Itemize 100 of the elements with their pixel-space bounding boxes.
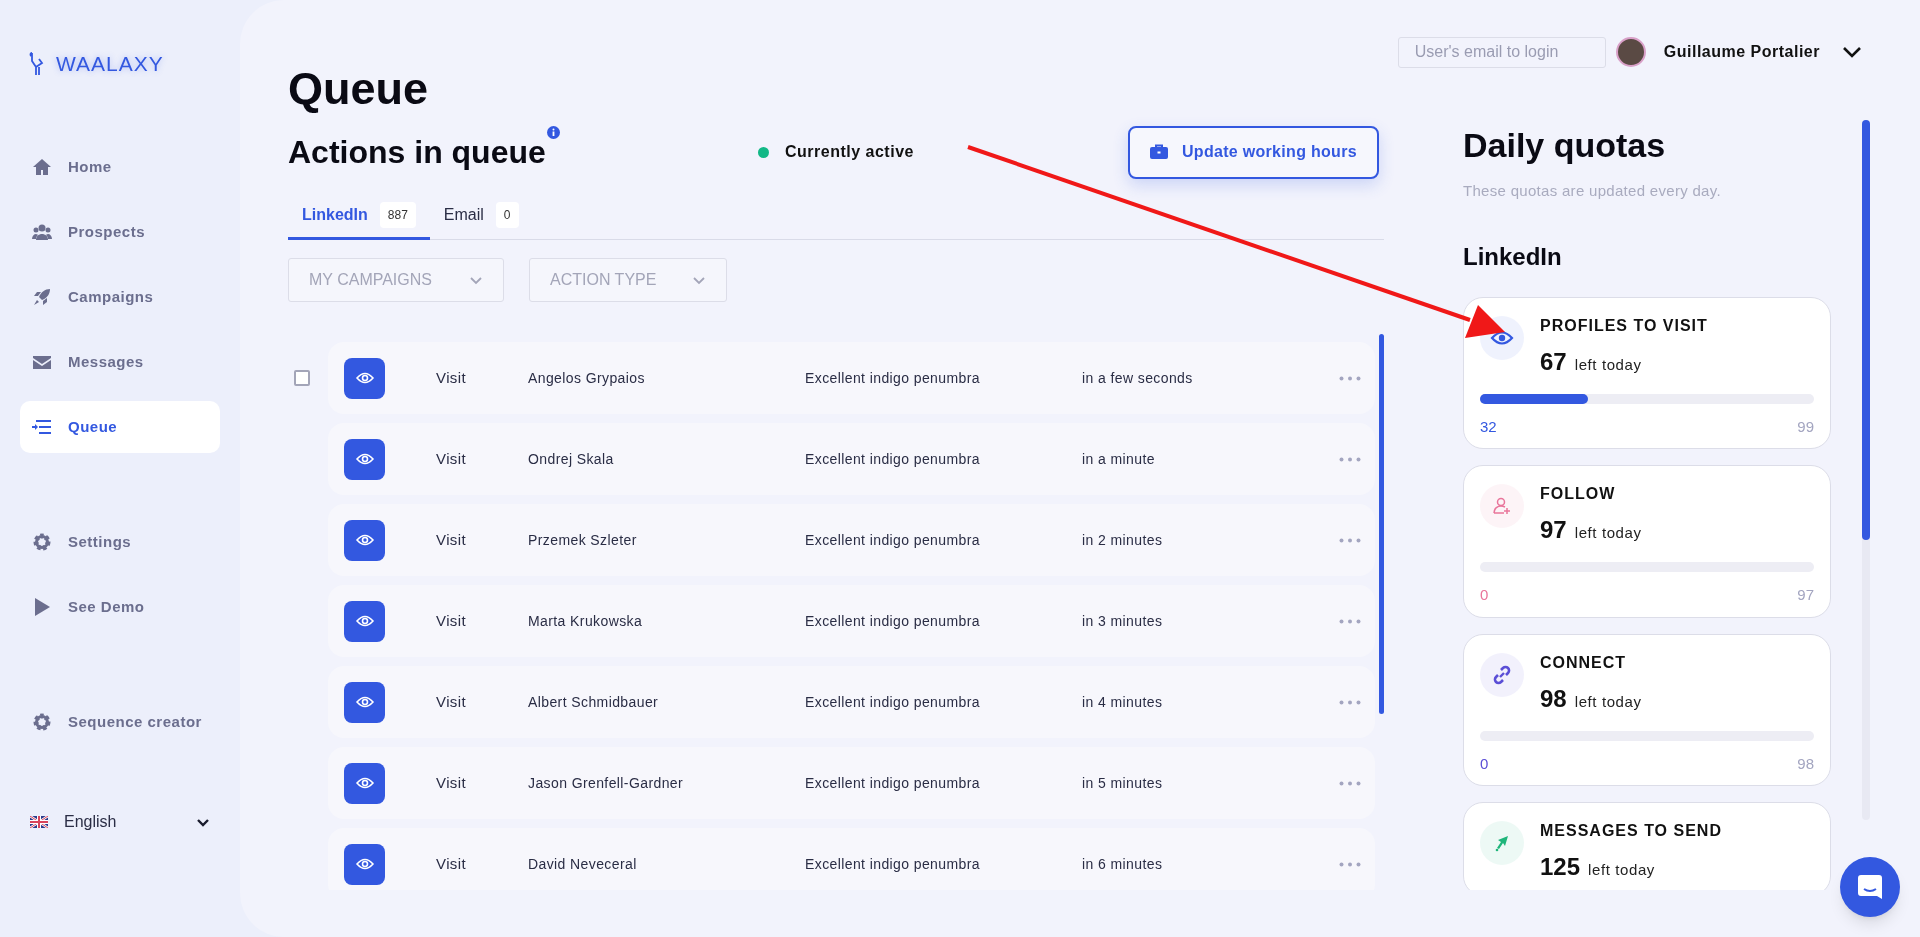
campaign-name: Excellent indigo penumbra [805,854,981,874]
user-plus-icon [1480,484,1524,528]
more-options-icon[interactable] [1339,699,1361,705]
contact-name: Angelos Grypaios [528,368,646,388]
quota-caption: left today [1574,523,1642,543]
language-selector[interactable]: English [20,802,220,842]
scheduled-time: in 5 minutes [1082,773,1164,793]
section-heading: LinkedIn [1463,241,1563,272]
play-icon [32,597,52,617]
quota-used: 0 [1480,585,1489,605]
checkbox[interactable] [294,370,310,386]
quota-used: 0 [1480,753,1489,774]
quota-title: PROFILES TO VISIT [1540,315,1708,336]
more-options-icon[interactable] [1339,780,1361,786]
rocket-icon [32,287,52,307]
scrollbar[interactable] [1379,334,1384,714]
tab-count: 887 [379,201,416,228]
campaign-name: Excellent indigo penumbra [805,692,981,712]
brand-name: WAALAXY [56,51,164,78]
campaign-name: Excellent indigo penumbra [805,773,981,793]
nav-item[interactable]: See Demo [20,581,220,633]
queue-row[interactable]: Visit Przemek Szleter Excellent indigo penumbra in 2 minutes [328,504,1375,576]
contact-name: Przemek Szleter [528,530,638,550]
eye-icon [344,519,385,561]
more-options-icon[interactable] [1339,618,1361,624]
tab-count: 0 [495,201,519,228]
action-label: Visit [436,367,468,388]
nav-item[interactable]: Settings [20,516,220,568]
scheduled-time: in 3 minutes [1082,611,1164,631]
scheduled-time: in a few seconds [1082,368,1194,388]
more-options-icon[interactable] [1339,456,1361,462]
scheduled-time: in 6 minutes [1082,854,1164,874]
chevron-down-icon [469,275,483,285]
quota-used: 32 [1480,416,1497,437]
chevron-down-icon [692,275,706,285]
users-icon [32,222,52,242]
status-label: Currently active [785,142,914,162]
action-label: Visit [436,610,468,631]
email-field[interactable]: User's email to login [1397,36,1606,68]
queue-row[interactable]: Visit Albert Schmidbauer Excellent indigo penumbra in 4 minutes [328,666,1375,738]
contact-name: Marta Krukowska [528,611,644,631]
link-icon [1480,652,1524,697]
queue-icon [32,417,52,437]
nav-item[interactable]: Messages [20,336,220,388]
action-label: Visit [436,691,468,712]
tab[interactable]: LinkedIn 887 [288,192,430,240]
page-title: Queue [288,64,430,114]
quotas-title: Daily quotas [1463,125,1667,166]
queue-row[interactable]: Visit David Neveceral Excellent indigo penumbra in 6 minutes [328,828,1375,890]
scheduled-time: in a minute [1082,449,1156,469]
nav-item[interactable]: Prospects [20,206,220,258]
queue-row[interactable]: Visit Jason Grenfell-Gardner Excellent indigo penumbra in 5 minutes [328,747,1375,819]
eye-icon [344,843,385,885]
chevron-down-icon [196,817,210,827]
contact-name: David Neveceral [528,854,638,874]
queue-row[interactable]: Visit Angelos Grypaios Excellent indigo penumbra in a few seconds [328,342,1375,414]
briefcase-icon [1150,144,1168,160]
quota-count: 97 [1540,515,1567,545]
contact-name: Albert Schmidbauer [528,692,660,712]
campaign-name: Excellent indigo penumbra [805,449,981,469]
queue-row[interactable]: Visit Marta Krukowska Excellent indigo penumbra in 3 minutes [328,585,1375,657]
quota-title: CONNECT [1540,652,1628,673]
flag-icon [30,816,48,828]
more-options-icon[interactable] [1339,537,1361,543]
gear-icon [32,712,52,732]
queue-row[interactable]: Visit Ondrej Skala Excellent indigo penumbra in a minute [328,423,1375,495]
eye-icon [344,681,385,723]
quota-limit: 97 [1797,585,1814,605]
quota-caption: left today [1574,354,1642,375]
nav-item[interactable]: Home [20,141,220,193]
quota-caption: left today [1574,691,1642,712]
eye-icon [344,357,385,399]
more-options-icon[interactable] [1339,861,1361,867]
nav-item[interactable]: Campaigns [20,271,220,323]
quota-limit: 99 [1797,416,1814,437]
quota-count: 98 [1540,683,1567,714]
user-name[interactable]: Guillaume Portalier [1663,40,1820,64]
eye-icon [344,762,385,804]
nav-item[interactable]: Sequence creator [20,696,220,748]
info-icon[interactable] [546,126,560,139]
section-title: Actions in queue [288,133,546,172]
chat-icon [1856,873,1884,901]
action-label: Visit [436,853,468,874]
action-label: Visit [436,529,468,550]
more-options-icon[interactable] [1339,375,1361,381]
update-working-hours-button[interactable]: Update working hours [1128,125,1379,179]
home-icon [32,157,52,177]
quota-title: MESSAGES TO SEND [1540,821,1722,841]
campaign-name: Excellent indigo penumbra [805,368,981,388]
contact-name: Jason Grenfell-Gardner [528,773,685,793]
quota-title: FOLLOW [1540,484,1617,504]
quota-limit: 98 [1797,753,1814,774]
quotas-subtitle: These quotas are updated every day. [1463,181,1722,201]
nav-item[interactable]: Queue [20,401,220,453]
tab[interactable]: Email 0 [429,192,533,240]
contact-name: Ondrej Skala [528,449,615,469]
avatar[interactable] [1615,37,1646,67]
scrollbar[interactable] [1862,120,1870,540]
quota-count: 125 [1540,852,1581,882]
chevron-down-icon[interactable] [1842,46,1862,58]
